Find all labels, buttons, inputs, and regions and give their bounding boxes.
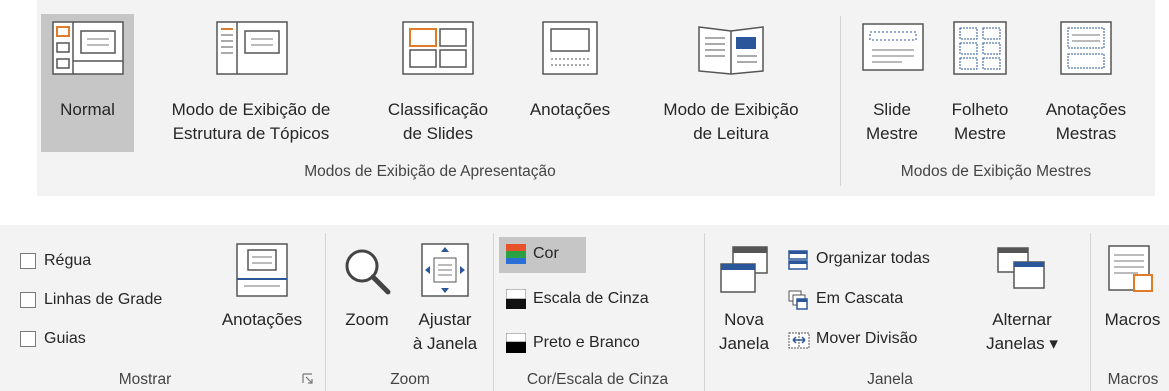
guides-checkbox-box[interactable] — [20, 331, 36, 347]
reading-view-label: Modo de Exibição de Leitura — [663, 100, 799, 143]
normal-view-button[interactable]: Normal — [41, 14, 134, 152]
slide-master-label: Slide Mestre — [866, 100, 918, 143]
notes-page-label: Anotações — [529, 100, 611, 119]
new-window-label: Nova Janela — [718, 310, 770, 353]
move-split-label: Mover Divisão — [816, 330, 918, 347]
cascade-icon — [788, 290, 808, 310]
outline-view-label: Modo de Exibição de Estrutura de Tópicos — [171, 100, 331, 143]
slide-sorter-label: Classificação de Slides — [387, 100, 489, 143]
fit-to-window-label: Ajustar à Janela — [412, 310, 478, 353]
gridlines-checkbox-box[interactable] — [20, 292, 36, 308]
macros-button[interactable]: Macros — [1096, 238, 1169, 338]
show-group-label: Mostrar — [118, 371, 172, 388]
notes-label: Anotações — [221, 310, 303, 329]
gridlines-checkbox[interactable]: Linhas de Grade — [20, 289, 162, 311]
slide-master-icon — [862, 23, 924, 71]
outline-view-button[interactable]: Modo de Exibição de Estrutura de Tópicos — [138, 14, 364, 152]
notes-page-icon — [542, 21, 598, 75]
zoom-button[interactable]: Zoom — [334, 238, 400, 338]
arrange-all-icon — [788, 250, 808, 270]
color-group-label: Cor/Escala de Cinza — [526, 371, 669, 388]
black-white-icon — [506, 333, 526, 353]
grayscale-icon — [506, 289, 526, 309]
outline-view-icon — [216, 21, 288, 75]
notes-master-label: Anotações Mestras — [1045, 100, 1127, 143]
grayscale-label: Escala de Cinza — [533, 290, 649, 307]
color-button[interactable]: Cor — [499, 237, 586, 273]
notes-button[interactable]: Anotações — [210, 238, 314, 338]
gridlines-label: Linhas de Grade — [44, 291, 163, 308]
macros-icon — [1108, 245, 1156, 295]
fit-to-window-button[interactable]: Ajustar à Janela — [404, 238, 486, 378]
black-white-label: Preto e Branco — [533, 334, 640, 351]
guides-label: Guias — [44, 330, 86, 347]
ruler-checkbox-box[interactable] — [20, 253, 36, 269]
new-window-button[interactable]: Nova Janela — [712, 238, 776, 378]
reading-view-icon — [696, 21, 766, 75]
notes-master-icon — [1060, 21, 1112, 75]
top-group-separator — [840, 16, 841, 186]
window-macros-separator — [1090, 233, 1091, 391]
normal-view-icon — [52, 21, 124, 75]
arrange-all-label: Organizar todas — [816, 250, 930, 267]
switch-windows-icon — [996, 246, 1046, 292]
slide-sorter-button[interactable]: Classificação de Slides — [368, 14, 508, 152]
handout-master-label: Folheto Mestre — [951, 100, 1009, 143]
magnifier-icon — [342, 246, 392, 296]
zoom-group-label: Zoom — [390, 371, 430, 388]
cascade-label: Em Cascata — [816, 290, 904, 307]
dialog-launcher-icon[interactable] — [302, 373, 313, 384]
fit-to-window-icon — [421, 243, 469, 297]
notes-pane-icon — [236, 243, 288, 297]
color-icon — [506, 244, 526, 264]
slide-master-button[interactable]: Slide Mestre — [848, 14, 936, 152]
new-window-icon — [719, 246, 769, 294]
window-group-label: Janela — [867, 371, 913, 388]
normal-view-label: Normal — [60, 100, 115, 119]
presentation-views-group-label: Modos de Exibição de Apresentação — [304, 163, 556, 180]
notes-page-button[interactable]: Anotações — [512, 14, 628, 152]
master-views-group-label: Modos de Exibição Mestres — [900, 163, 1092, 180]
macros-group-label: Macros — [1107, 371, 1159, 388]
move-split-icon — [788, 330, 810, 350]
ruler-label: Régua — [44, 252, 92, 269]
zoom-color-separator — [493, 233, 494, 391]
reading-view-button[interactable]: Modo de Exibição de Leitura — [632, 14, 830, 152]
handout-master-icon — [953, 21, 1007, 75]
color-window-separator — [704, 233, 705, 391]
color-label: Cor — [533, 245, 559, 262]
guides-checkbox[interactable]: Guias — [20, 328, 86, 350]
zoom-label: Zoom — [345, 310, 389, 329]
handout-master-button[interactable]: Folheto Mestre — [936, 14, 1024, 152]
ruler-checkbox[interactable]: Régua — [20, 250, 91, 272]
show-zoom-separator — [325, 233, 326, 391]
notes-master-button[interactable]: Anotações Mestras — [1026, 14, 1146, 152]
macros-label: Macros — [1104, 310, 1161, 329]
switch-windows-button[interactable]: Alternar Janelas ▾ — [978, 238, 1066, 378]
slide-sorter-icon — [402, 21, 474, 75]
switch-windows-label: Alternar Janelas ▾ — [986, 310, 1058, 353]
